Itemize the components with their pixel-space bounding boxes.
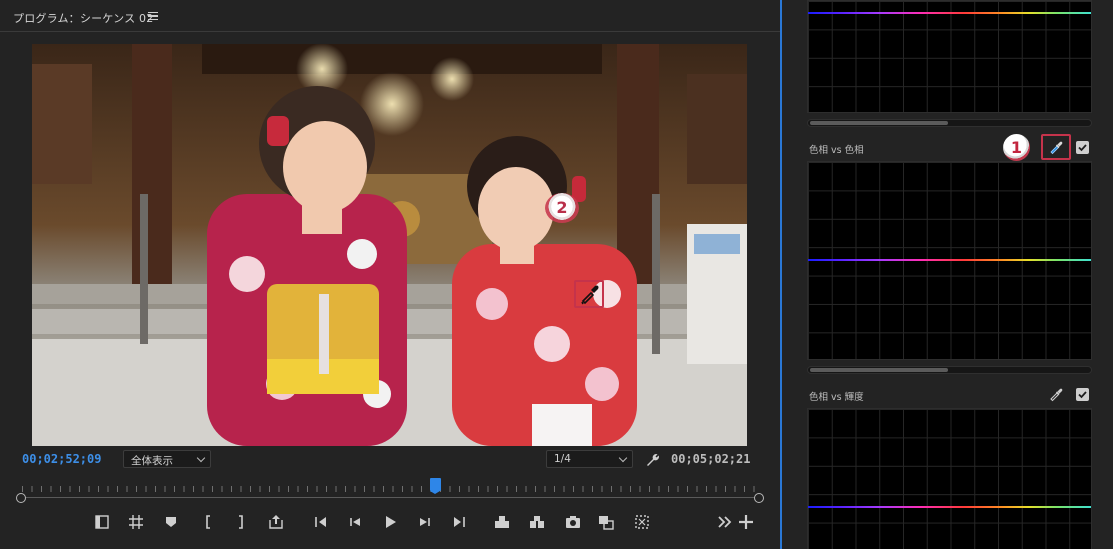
lift-button[interactable]: [267, 513, 285, 531]
scrollbar-thumb[interactable]: [810, 121, 948, 125]
chevron-down-icon: [618, 453, 628, 463]
hue-vs-luma-enable-checkbox[interactable]: [1076, 388, 1089, 401]
insert-icon: [530, 516, 544, 528]
go-to-in-button[interactable]: [312, 513, 330, 531]
step-forward-button[interactable]: [416, 513, 434, 531]
hue-curve-line[interactable]: [808, 12, 1091, 14]
step-forward-icon: [420, 518, 430, 526]
lift-icon: [269, 515, 283, 529]
insert-button[interactable]: [528, 513, 546, 531]
current-timecode[interactable]: 00;02;52;09: [22, 452, 101, 466]
export-frame-icon: [566, 516, 580, 528]
mark-in-button[interactable]: [199, 513, 217, 531]
zoom-handle-right[interactable]: [754, 493, 764, 503]
playback-resolution-select[interactable]: 1/4: [546, 450, 633, 468]
add-marker-button[interactable]: [93, 513, 111, 531]
add-button-icon: [739, 515, 753, 529]
panel-menu-icon[interactable]: [148, 10, 158, 22]
hue-vs-hue-label: 色相 vs 色相: [809, 145, 864, 156]
playback-resolution-value: 1/4: [554, 453, 571, 465]
compare-view-icon: [599, 516, 614, 530]
extract-icon: [495, 516, 509, 528]
panel-header: プログラム：シーケンス 02: [0, 0, 781, 34]
chevron-down-icon: [196, 453, 206, 463]
marker-icon: [166, 517, 176, 527]
play-icon: [386, 516, 396, 528]
playhead[interactable]: [430, 478, 442, 494]
callout-badge-1: 1: [1003, 134, 1030, 161]
scrollbar-thumb[interactable]: [810, 368, 948, 372]
safe-margins-button[interactable]: [633, 513, 651, 531]
curve-scrollbar-top[interactable]: [807, 119, 1092, 127]
zoom-handle-left[interactable]: [16, 493, 26, 503]
step-back-button[interactable]: [346, 513, 364, 531]
zoom-level-select[interactable]: 全体表示: [123, 450, 211, 468]
eyedropper-cursor-highlight: [574, 280, 604, 308]
go-to-out-icon: [454, 517, 465, 527]
panel-title: プログラム：シーケンス 02: [13, 12, 154, 25]
ruler-track: [22, 497, 756, 498]
hue-vs-luma-label: 色相 vs 輝度: [809, 392, 864, 403]
in-out-grid-button[interactable]: [127, 513, 145, 531]
mark-out-icon: [239, 515, 243, 529]
in-out-grid-icon: [129, 515, 143, 529]
duration-timecode: 00;05;02;21: [671, 452, 751, 466]
eyedropper-icon[interactable]: [1048, 386, 1064, 402]
extract-button[interactable]: [493, 513, 511, 531]
add-marker-icon: [95, 515, 109, 529]
step-back-icon: [350, 518, 360, 526]
hue-curve-line[interactable]: [808, 506, 1091, 508]
export-frame-button[interactable]: [564, 513, 582, 531]
curve-scrollbar-hue-vs-hue[interactable]: [807, 366, 1092, 374]
safe-margins-icon: [635, 515, 649, 529]
wrench-icon[interactable]: [645, 452, 661, 468]
go-to-out-button[interactable]: [450, 513, 468, 531]
eyedropper-cursor-icon: [581, 285, 599, 305]
eyedropper-icon[interactable]: [1048, 139, 1064, 155]
more-button[interactable]: [716, 513, 734, 531]
checkmark-icon: [1078, 144, 1087, 152]
time-ruler[interactable]: [14, 478, 766, 504]
mark-in-icon: [206, 515, 210, 529]
zoom-level-value: 全体表示: [131, 455, 173, 467]
more-icon: [718, 516, 732, 528]
play-button[interactable]: [381, 513, 399, 531]
hue-vs-hue-enable-checkbox[interactable]: [1076, 141, 1089, 154]
video-frame[interactable]: [32, 44, 747, 446]
hue-vs-luma-curve-graph[interactable]: [807, 408, 1092, 549]
add-button-button[interactable]: [737, 513, 755, 531]
compare-view-button[interactable]: [597, 513, 615, 531]
curve-graph-top[interactable]: [807, 0, 1092, 113]
marker-button[interactable]: [162, 513, 180, 531]
mark-out-button[interactable]: [232, 513, 250, 531]
hue-vs-hue-curve-graph[interactable]: [807, 161, 1092, 360]
go-to-in-icon: [315, 517, 326, 527]
hue-curve-line[interactable]: [808, 259, 1091, 261]
checkmark-icon: [1078, 391, 1087, 399]
callout-badge-2: 2: [545, 193, 579, 223]
divider: [0, 31, 781, 32]
ruler-ticks: [22, 486, 756, 492]
